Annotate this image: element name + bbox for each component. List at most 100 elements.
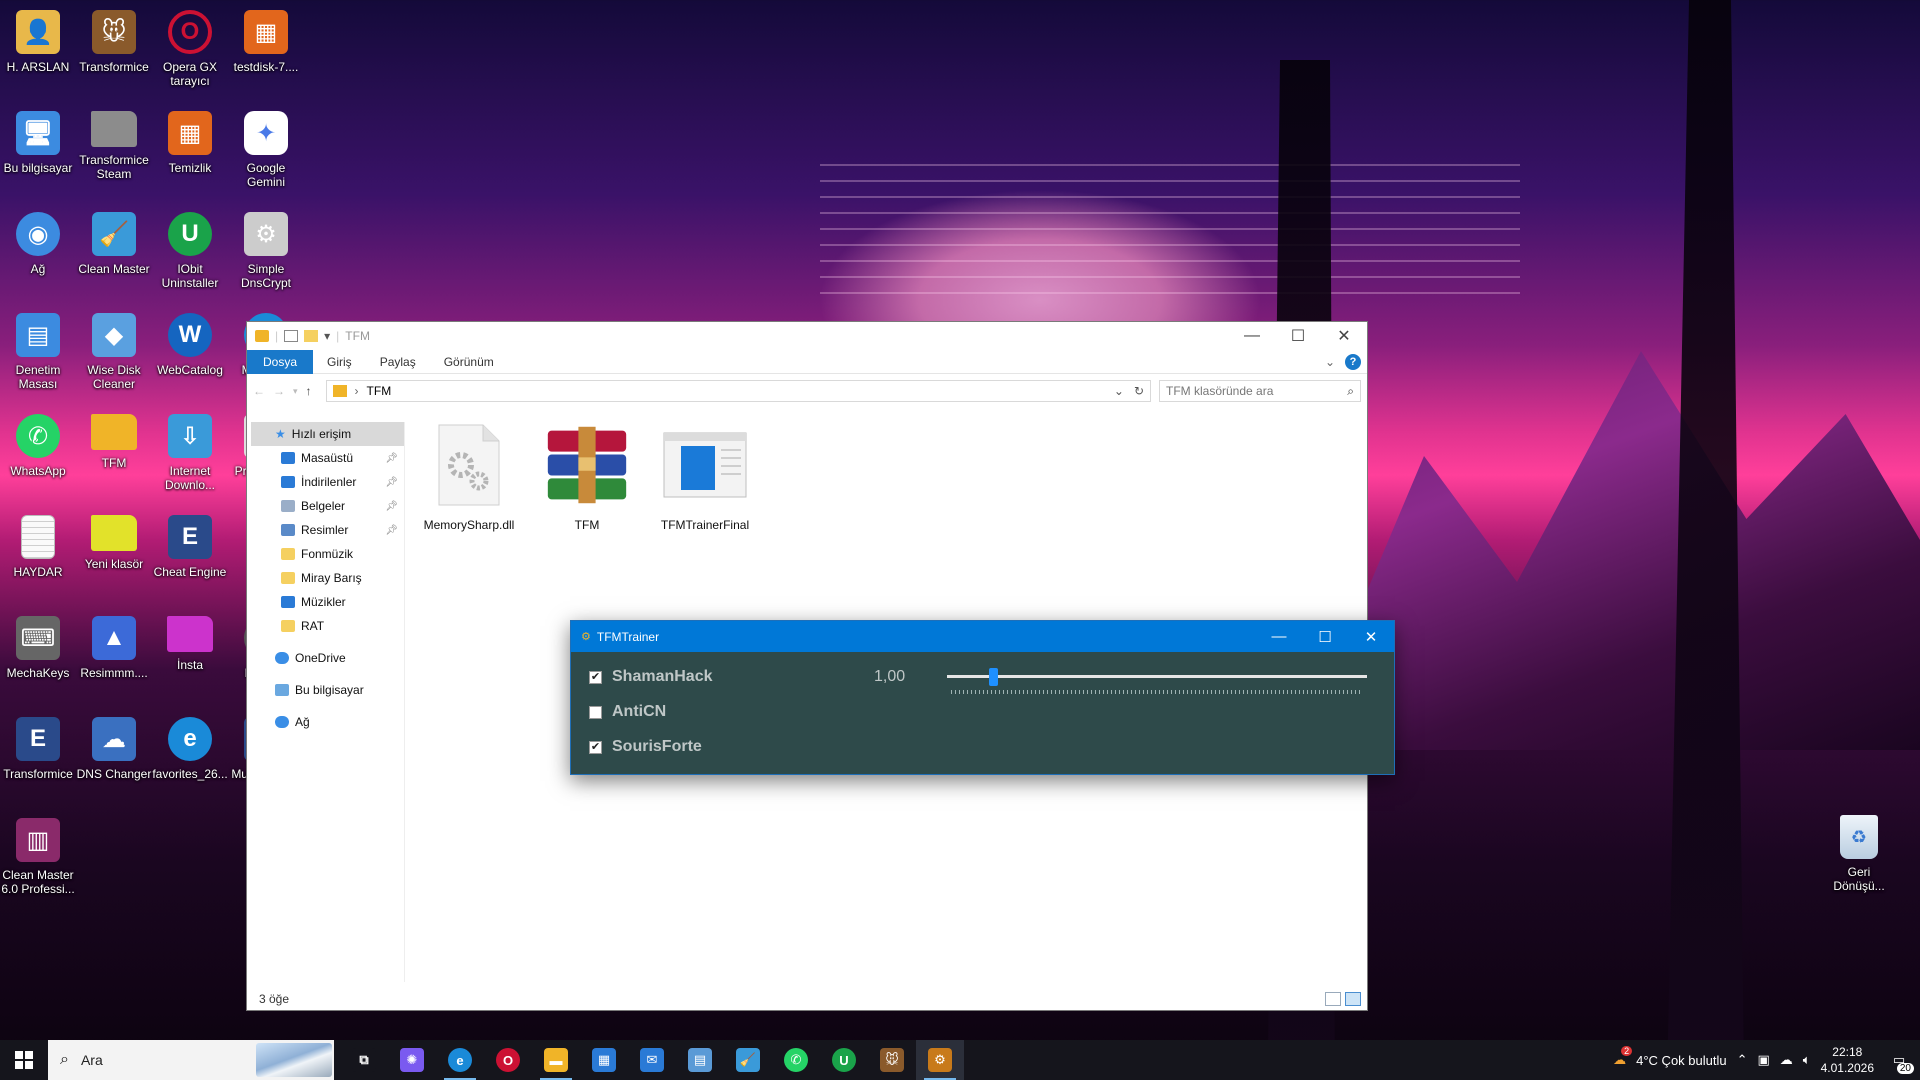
tab-view[interactable]: Görünüm <box>430 350 508 374</box>
maximize-button[interactable]: ☐ <box>1275 322 1321 350</box>
pin-icon[interactable]: 📌︎ <box>385 501 398 512</box>
taskbar-app[interactable]: ⧉ <box>340 1040 388 1080</box>
chevron-down-icon[interactable]: ▾ <box>324 329 330 343</box>
desktop-icon[interactable]: ▥ Clean Master 6.0 Professi... <box>0 818 77 896</box>
up-icon[interactable]: ↑ <box>306 384 312 398</box>
anticn-checkbox[interactable] <box>589 705 602 719</box>
option-anticn[interactable]: AntiCN <box>589 703 666 721</box>
pin-icon[interactable]: 📌︎ <box>385 453 398 464</box>
taskbar-app[interactable]: O <box>484 1040 532 1080</box>
desktop-icon[interactable]: 🐭 Transformice <box>75 10 153 74</box>
file-item[interactable]: TFM <box>535 422 639 532</box>
speed-slider[interactable] <box>947 668 1367 699</box>
taskbar-app[interactable]: ▦ <box>580 1040 628 1080</box>
taskbar-app[interactable]: ✺ <box>388 1040 436 1080</box>
taskbar-search[interactable]: ⌕ Ara <box>48 1040 334 1080</box>
tab-share[interactable]: Paylaş <box>366 350 430 374</box>
security-icon[interactable]: ▣ <box>1758 1052 1770 1068</box>
nav-item[interactable]: Belgeler 📌︎ <box>247 494 404 518</box>
close-button[interactable]: ✕ <box>1348 621 1394 652</box>
nav-item[interactable]: Müzikler <box>247 590 404 614</box>
address-bar[interactable]: › TFM ⌄ ↻ <box>325 380 1151 402</box>
address-dropdown-icon[interactable]: ⌄ <box>1114 384 1124 398</box>
expand-ribbon-icon[interactable]: ⌄ <box>1325 355 1335 369</box>
desktop-icon[interactable]: 👤 H. ARSLAN <box>0 10 77 74</box>
minimize-button[interactable]: — <box>1229 322 1275 350</box>
desktop-icon[interactable]: ▤ Denetim Masası <box>0 313 77 391</box>
desktop-icon[interactable]: ⌨ MechaKeys <box>0 616 77 680</box>
weather-text[interactable]: 4°C Çok bulutlu <box>1636 1053 1726 1068</box>
desktop-icon[interactable]: HAYDAR <box>0 515 77 579</box>
explorer-titlebar[interactable]: | ▾ | TFM — ☐ ✕ <box>247 322 1367 350</box>
nav-this-pc[interactable]: Bu bilgisayar <box>247 678 404 702</box>
sourisforte-checkbox[interactable]: ✔ <box>589 740 602 754</box>
start-button[interactable] <box>0 1040 48 1080</box>
network-icon[interactable]: ☁ <box>1780 1052 1793 1068</box>
trainer-titlebar[interactable]: ⚙ TFMTrainer — ☐ ✕ <box>571 621 1394 652</box>
desktop-icon[interactable]: E Cheat Engine <box>151 515 229 579</box>
desktop-icon[interactable]: ⚙ Simple DnsCrypt <box>227 212 305 290</box>
desktop-icon[interactable]: TFM <box>75 414 153 470</box>
desktop-icon[interactable]: e favorites_26... <box>151 717 229 781</box>
desktop-icon[interactable]: O Opera GX tarayıcı <box>151 10 229 88</box>
taskbar-app[interactable]: ✆ <box>772 1040 820 1080</box>
desktop-icon[interactable]: ▦ Temizlik <box>151 111 229 175</box>
desktop-icon[interactable]: Transformice Steam <box>75 111 153 181</box>
back-icon[interactable]: ← <box>253 384 265 398</box>
new-folder-icon[interactable] <box>304 330 319 342</box>
chevron-up-icon[interactable]: ⌃ <box>1737 1052 1748 1068</box>
forward-icon[interactable]: → <box>273 384 285 398</box>
tab-file[interactable]: Dosya <box>247 349 314 374</box>
desktop-icon[interactable]: ▦ testdisk-7.... <box>227 10 305 74</box>
desktop-icon[interactable]: ☁ DNS Changer <box>75 717 153 781</box>
desktop-icon[interactable]: 🧹 Clean Master <box>75 212 153 276</box>
desktop-icon[interactable]: Yeni klasör <box>75 515 153 571</box>
recycle-bin[interactable]: ♻ Geri Dönüşü... <box>1820 815 1898 893</box>
nav-item[interactable]: RAT <box>247 614 404 638</box>
properties-icon[interactable] <box>284 330 299 342</box>
option-shamanhack[interactable]: ✔ ShamanHack <box>589 668 713 686</box>
nav-item[interactable]: İndirilenler 📌︎ <box>247 470 404 494</box>
desktop-icon[interactable]: ✆ WhatsApp <box>0 414 77 478</box>
refresh-icon[interactable]: ↻ <box>1134 384 1144 398</box>
desktop-icon[interactable]: 🖥 Bu bilgisayar <box>0 111 77 175</box>
nav-item[interactable]: Miray Barış <box>247 566 404 590</box>
search-input[interactable]: TFM klasöründe ara ⌕ <box>1159 380 1361 402</box>
taskbar-app[interactable]: U <box>820 1040 868 1080</box>
taskbar-app[interactable]: ▬ <box>532 1040 580 1080</box>
nav-quick-access[interactable]: ★ Hızlı erişim <box>251 422 404 446</box>
taskbar-app[interactable]: 🐭 <box>868 1040 916 1080</box>
desktop-icon[interactable]: U IObit Uninstaller <box>151 212 229 290</box>
pin-icon[interactable]: 📌︎ <box>385 477 398 488</box>
option-sourisforte[interactable]: ✔ SourisForte <box>589 738 702 756</box>
trainer-window[interactable]: ⚙ TFMTrainer — ☐ ✕ ✔ ShamanHack AntiCN ✔… <box>570 620 1395 775</box>
desktop-icon[interactable]: İnsta <box>151 616 229 672</box>
taskbar-app[interactable]: ✉ <box>628 1040 676 1080</box>
volume-icon[interactable]: 🔈︎ <box>1803 1052 1811 1068</box>
search-icon[interactable]: ⌕ <box>1347 384 1354 399</box>
clock[interactable]: 22:18 4.01.2026 <box>1821 1044 1874 1076</box>
nav-onedrive[interactable]: OneDrive <box>247 646 404 670</box>
nav-item[interactable]: Fonmüzik <box>247 542 404 566</box>
large-icons-view-icon[interactable] <box>1345 992 1361 1006</box>
nav-network[interactable]: Ağ <box>247 710 404 734</box>
desktop-icon[interactable]: ◆ Wise Disk Cleaner <box>75 313 153 391</box>
weather-icon[interactable]: ☁ 2 <box>1613 1046 1633 1068</box>
details-view-icon[interactable] <box>1325 992 1341 1006</box>
maximize-button[interactable]: ☐ <box>1302 621 1348 652</box>
desktop-icon[interactable]: ✦ Google Gemini <box>227 111 305 189</box>
breadcrumb[interactable]: TFM <box>367 384 392 398</box>
help-icon[interactable]: ? <box>1345 353 1361 370</box>
desktop-icon[interactable]: ⇩ Internet Downlo... <box>151 414 229 492</box>
nav-item[interactable]: Resimler 📌︎ <box>247 518 404 542</box>
taskbar-app[interactable]: e <box>436 1040 484 1080</box>
desktop-icon[interactable]: ◉ Ağ <box>0 212 77 276</box>
tab-home[interactable]: Giriş <box>313 350 366 374</box>
notification-center[interactable]: ▭ 20 <box>1884 1040 1914 1080</box>
nav-item[interactable]: Masaüstü 📌︎ <box>247 446 404 470</box>
taskbar-app[interactable]: 🧹 <box>724 1040 772 1080</box>
desktop-icon[interactable]: ▲ Resimmm.... <box>75 616 153 680</box>
file-item[interactable]: TFMTrainerFinal <box>653 422 757 532</box>
shamanhack-checkbox[interactable]: ✔ <box>589 670 602 684</box>
close-button[interactable]: ✕ <box>1321 322 1367 350</box>
